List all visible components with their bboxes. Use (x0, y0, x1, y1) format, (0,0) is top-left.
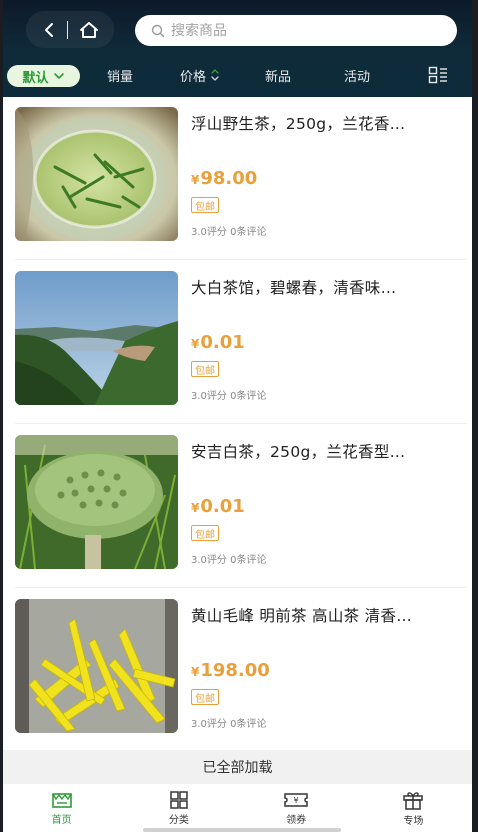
nav-capsule (26, 11, 114, 48)
grid-icon (170, 790, 188, 809)
sort-arrows-icon (211, 69, 219, 81)
filter-default-label: 默认 (22, 70, 49, 86)
product-image-yellow-tea-leaves[interactable] (15, 599, 178, 733)
product-title: 安吉白茶，250g，兰花香型… (191, 443, 406, 461)
currency-symbol: ¥ (191, 337, 200, 351)
chevron-down-icon (53, 73, 64, 79)
tab-category-label: 分类 (168, 814, 189, 826)
product-item[interactable]: 安吉白茶，250g，兰花香型… ¥0.01 包邮 3.0评分 0条评论 (3, 425, 472, 589)
layout-toggle[interactable] (428, 60, 448, 90)
free-shipping-tag: 包邮 (191, 689, 219, 705)
list-layout-icon (428, 66, 447, 84)
filter-sales[interactable]: 销量 (107, 60, 133, 90)
currency-symbol: ¥ (191, 501, 200, 515)
product-title: 大白茶馆，碧螺春，清香味… (191, 279, 397, 297)
tab-home[interactable]: 首页 (3, 784, 120, 832)
currency-symbol: ¥ (191, 173, 200, 187)
filter-new[interactable]: 新品 (265, 60, 291, 90)
product-price: ¥0.01 (191, 332, 245, 353)
filter-bar: 默认 销量 价格 新品 活动 (3, 60, 472, 90)
price-value: 98.00 (200, 168, 258, 189)
search-icon (151, 24, 165, 37)
free-shipping-tag: 包邮 (191, 197, 219, 213)
price-value: 0.01 (200, 332, 245, 353)
product-item[interactable]: 黄山毛峰 明前茶 高山茶 清香… ¥198.00 包邮 3.0评分 0条评论 (3, 589, 472, 750)
product-price: ¥198.00 (191, 660, 270, 681)
screen-edge (472, 0, 478, 832)
search-input[interactable] (171, 22, 431, 39)
back-icon[interactable] (42, 22, 56, 38)
filter-price-label: 价格 (180, 69, 207, 85)
product-title: 黄山毛峰 明前茶 高山茶 清香… (191, 607, 413, 625)
free-shipping-tag: 包邮 (191, 525, 219, 541)
currency-symbol: ¥ (191, 665, 200, 679)
product-price: ¥98.00 (191, 168, 257, 189)
tab-special[interactable]: 专场 (355, 784, 472, 832)
app-frame: 默认 销量 价格 新品 活动 (3, 0, 472, 832)
product-title: 浮山野生茶，250g，兰花香… (191, 115, 406, 133)
tab-coupon[interactable]: ¥ 领券 (238, 784, 355, 832)
coupon-icon: ¥ (284, 792, 308, 807)
storefront-icon (51, 792, 72, 808)
tab-coupon-label: 领券 (286, 814, 307, 826)
product-list: 浮山野生茶，250g，兰花香… ¥98.00 包邮 3.0评分 0条评论 大白茶… (3, 97, 472, 750)
svg-text:¥: ¥ (294, 796, 299, 805)
tab-special-label: 专场 (403, 815, 424, 827)
item-divider (15, 587, 467, 588)
filter-activity[interactable]: 活动 (344, 60, 370, 90)
search-bar[interactable] (135, 15, 457, 46)
rating-meta: 3.0评分 0条评论 (191, 555, 267, 566)
filter-activity-label: 活动 (344, 69, 371, 85)
all-loaded-footer: 已全部加载 (3, 750, 472, 784)
product-item[interactable]: 大白茶馆，碧螺春，清香味… ¥0.01 包邮 3.0评分 0条评论 (3, 261, 472, 425)
rating-meta: 3.0评分 0条评论 (191, 227, 267, 238)
header: 默认 销量 价格 新品 活动 (3, 0, 472, 97)
home-indicator (143, 828, 341, 832)
item-divider (15, 259, 467, 260)
filter-sales-label: 销量 (107, 69, 134, 85)
filter-price[interactable]: 价格 (180, 60, 220, 90)
free-shipping-tag: 包邮 (191, 361, 219, 377)
item-divider (15, 423, 467, 424)
gift-icon (403, 791, 424, 810)
product-item[interactable]: 浮山野生茶，250g，兰花香… ¥98.00 包邮 3.0评分 0条评论 (3, 97, 472, 261)
tab-home-label: 首页 (51, 814, 72, 826)
filter-new-label: 新品 (265, 69, 292, 85)
tab-category[interactable]: 分类 (120, 784, 237, 832)
capsule-divider (66, 20, 68, 39)
rating-meta: 3.0评分 0条评论 (191, 719, 267, 730)
price-value: 0.01 (200, 496, 245, 517)
bottom-tab-bar: 首页 分类 ¥ 领券 专场 (3, 784, 472, 832)
product-image-green-tea-glass[interactable] (15, 107, 178, 241)
filter-default[interactable]: 默认 (7, 65, 80, 87)
product-price: ¥0.01 (191, 496, 245, 517)
product-image-landscape[interactable] (15, 271, 178, 405)
product-image-lotus-pod[interactable] (15, 435, 178, 569)
home-icon[interactable] (79, 21, 99, 39)
rating-meta: 3.0评分 0条评论 (191, 391, 267, 402)
price-value: 198.00 (200, 660, 270, 681)
